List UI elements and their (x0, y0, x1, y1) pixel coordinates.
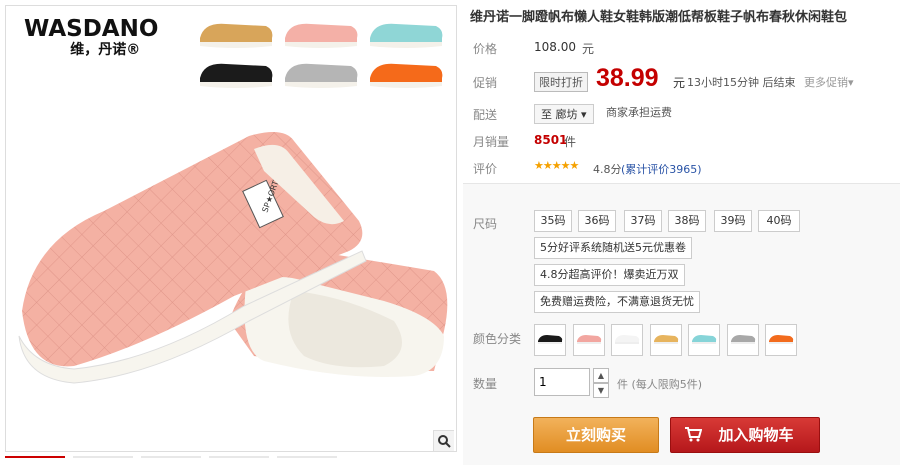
brand-logo-cn: 维，丹诺® (70, 42, 141, 58)
shipping-destination-select[interactable]: 至 廊坊 ▾ (534, 104, 594, 124)
thumb-shoe-black (200, 63, 273, 88)
promo-price-unit: 元 (673, 76, 686, 90)
more-promos-link[interactable]: 更多促销▾ (804, 74, 854, 90)
shoe-icon (538, 335, 563, 344)
add-to-cart-button[interactable]: 加入购物车 (670, 417, 820, 453)
zoom-button[interactable] (433, 430, 454, 451)
original-price: 108.00 (534, 40, 576, 54)
size-option[interactable]: 39码 (714, 210, 752, 232)
thumb-shoe-mint (370, 23, 443, 48)
buy-now-button[interactable]: 立刻购买 (533, 417, 659, 453)
promo-price: 38.99 (596, 64, 659, 92)
gallery-thumb[interactable] (5, 456, 65, 468)
quantity-increase-button[interactable]: ▲ (593, 368, 609, 383)
price-label: 价格 (473, 42, 498, 56)
quantity-limit-note: 件 (每人限购5件) (617, 378, 703, 391)
quantity-decrease-button[interactable]: ▼ (593, 383, 609, 398)
shoe-icon (769, 335, 794, 344)
color-swatch[interactable] (765, 324, 797, 356)
quantity-input[interactable] (534, 368, 590, 396)
shoe-icon (653, 335, 678, 344)
gallery-thumb[interactable] (277, 456, 337, 468)
rating-stars-icon: ★★★★★ (534, 159, 579, 172)
promo-option[interactable]: 4.8分超高评价！爆卖近万双 (534, 264, 685, 286)
promo-option[interactable]: 免费赠运费险，不满意退货无忧 (534, 291, 700, 313)
shoe-icon (615, 335, 640, 344)
product-image-panel[interactable]: WASDANO 维，丹诺® SP★ORT (5, 5, 457, 452)
shipping-label: 配送 (473, 108, 498, 122)
promo-tag: 限时打折 (534, 72, 588, 92)
size-option[interactable]: 40码 (758, 210, 800, 232)
size-option[interactable]: 35码 (534, 210, 572, 232)
original-price-unit: 元 (582, 42, 595, 56)
review-count-link[interactable]: (累计评价3965) (621, 161, 702, 177)
shoe-icon (692, 335, 717, 344)
magnifier-icon (438, 435, 451, 448)
sales-label: 月销量 (473, 135, 510, 149)
product-title: 维丹诺一脚蹬帆布懒人鞋女鞋韩版潮低帮板鞋子帆布春秋休闲鞋包 (470, 10, 848, 25)
gallery-thumbnails[interactable] (5, 456, 337, 468)
promo-label: 促销 (473, 76, 498, 90)
color-swatch[interactable] (572, 324, 605, 356)
color-swatch[interactable] (534, 324, 566, 356)
color-swatch[interactable] (611, 324, 643, 356)
size-option[interactable]: 36码 (578, 210, 616, 232)
color-swatch[interactable] (688, 324, 720, 356)
gallery-thumb[interactable] (73, 456, 133, 468)
shoe-icon (730, 335, 755, 344)
add-to-cart-label: 加入购物车 (718, 426, 794, 444)
promo-countdown: 13小时15分钟 后结束 (687, 76, 796, 89)
cart-icon (685, 427, 702, 442)
qty-label: 数量 (473, 377, 498, 391)
color-label: 颜色分类 (473, 332, 522, 346)
shipping-note: 商家承担运费 (606, 106, 672, 119)
color-swatch[interactable] (726, 324, 759, 356)
review-label: 评价 (473, 162, 498, 176)
thumb-shoe-pink (285, 23, 358, 48)
shoe-icon (576, 335, 601, 344)
thumb-shoe-orange (370, 63, 443, 88)
brand-logo: WASDANO 维，丹诺® (24, 16, 158, 59)
gallery-thumb[interactable] (209, 456, 269, 468)
size-option[interactable]: 37码 (624, 210, 662, 232)
thumb-shoe-gray (285, 63, 358, 88)
color-swatch[interactable] (649, 324, 682, 356)
gallery-thumb[interactable] (141, 456, 201, 468)
promo-option[interactable]: 5分好评系统随机送5元优惠卷 (534, 237, 692, 259)
rating-score: 4.8分 (593, 163, 622, 176)
hero-shoe-image: SP★ORT (18, 132, 448, 384)
monthly-sales-count: 8501 (534, 133, 568, 147)
thumb-shoe-tan (200, 23, 273, 48)
size-option[interactable]: 38码 (668, 210, 706, 232)
monthly-sales-unit: 件 (564, 135, 577, 149)
size-label: 尺码 (473, 217, 498, 231)
